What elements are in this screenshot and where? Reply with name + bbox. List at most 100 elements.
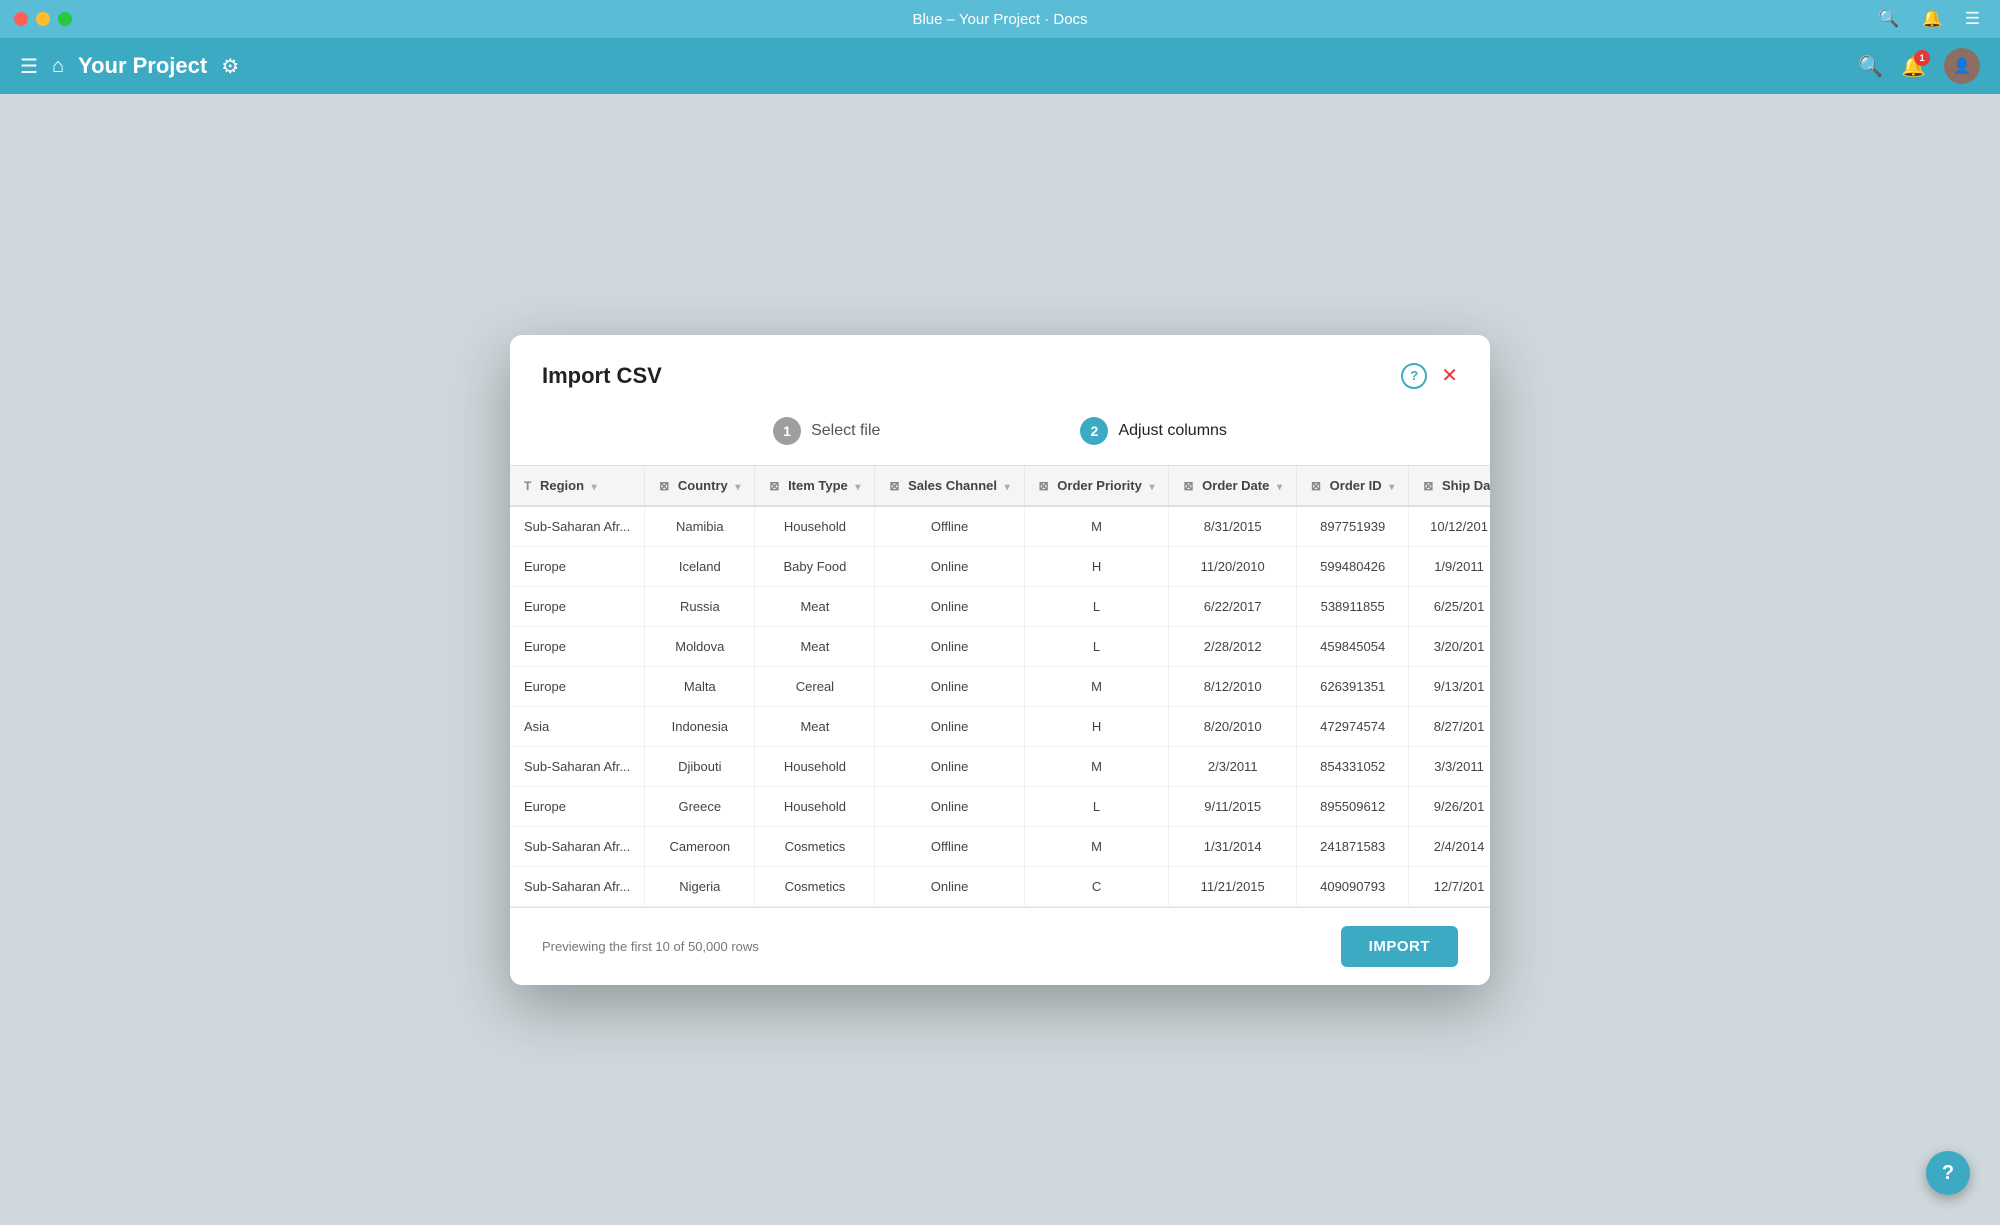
bell-icon[interactable]: 🔔 xyxy=(1922,9,1943,29)
step-2: 2 Adjust columns xyxy=(1080,417,1227,445)
table-cell: L xyxy=(1024,586,1169,626)
table-row: EuropeIcelandBaby FoodOnlineH11/20/20105… xyxy=(510,546,1490,586)
table-cell: Russia xyxy=(645,586,755,626)
step-1-number: 1 xyxy=(773,417,801,445)
table-cell: Baby Food xyxy=(755,546,875,586)
table-cell: 1/9/2011 xyxy=(1409,546,1490,586)
table-cell: Cereal xyxy=(755,666,875,706)
project-title: Your Project xyxy=(78,53,207,79)
grid-icon-item: ⊠ xyxy=(769,479,779,493)
col-item-type[interactable]: ⊠ Item Type ▾ xyxy=(755,466,875,506)
table-cell: 6/25/201 xyxy=(1409,586,1490,626)
sort-arrow-date: ▾ xyxy=(1277,482,1282,493)
search-icon[interactable]: 🔍 xyxy=(1878,9,1899,29)
minimize-button[interactable] xyxy=(36,12,50,26)
grid-icon-sales: ⊠ xyxy=(889,479,899,493)
table-cell: 459845054 xyxy=(1296,626,1408,666)
table-cell: C xyxy=(1024,866,1169,906)
app-bar: ☰ ⌂ Your Project ⚙ 🔍 🔔 1 👤 xyxy=(0,38,2000,94)
import-button[interactable]: IMPORT xyxy=(1341,926,1458,967)
table-row: Sub-Saharan Afr...CameroonCosmeticsOffli… xyxy=(510,826,1490,866)
modal-close-button[interactable]: ✕ xyxy=(1441,363,1458,388)
settings-icon[interactable]: ⚙ xyxy=(221,54,239,79)
search-app-icon[interactable]: 🔍 xyxy=(1858,54,1883,79)
col-order-priority[interactable]: ⊠ Order Priority ▾ xyxy=(1024,466,1169,506)
help-fab-button[interactable]: ? xyxy=(1926,1151,1970,1195)
user-avatar[interactable]: 👤 xyxy=(1944,48,1980,84)
table-row: AsiaIndonesiaMeatOnlineH8/20/20104729745… xyxy=(510,706,1490,746)
table-cell: 11/20/2010 xyxy=(1169,546,1297,586)
table-cell: Namibia xyxy=(645,506,755,547)
table-cell: Online xyxy=(875,866,1024,906)
sort-arrow-sales: ▾ xyxy=(1005,482,1010,493)
grid-icon-country: ⊠ xyxy=(659,479,669,493)
table-cell: Moldova xyxy=(645,626,755,666)
table-row: Sub-Saharan Afr...NamibiaHouseholdOfflin… xyxy=(510,506,1490,547)
table-cell: 9/26/201 xyxy=(1409,786,1490,826)
table-cell: 10/12/201 xyxy=(1409,506,1490,547)
table-cell: Cosmetics xyxy=(755,866,875,906)
table-row: EuropeMaltaCerealOnlineM8/12/20106263913… xyxy=(510,666,1490,706)
table-cell: Sub-Saharan Afr... xyxy=(510,826,645,866)
table-cell: L xyxy=(1024,786,1169,826)
sort-arrow-country: ▾ xyxy=(735,482,740,493)
table-cell: M xyxy=(1024,506,1169,547)
table-cell: Meat xyxy=(755,706,875,746)
table-cell: 8/31/2015 xyxy=(1169,506,1297,547)
modal-header-icons: ? ✕ xyxy=(1401,363,1458,389)
title-bar-icons: 🔍 🔔 ☰ xyxy=(1878,9,1980,29)
table-cell: Household xyxy=(755,786,875,826)
table-cell: 6/22/2017 xyxy=(1169,586,1297,626)
window-title: Blue – Your Project · Docs xyxy=(912,11,1087,28)
table-cell: 854331052 xyxy=(1296,746,1408,786)
table-cell: 9/13/201 xyxy=(1409,666,1490,706)
notification-count: 1 xyxy=(1914,50,1930,66)
table-cell: Cameroon xyxy=(645,826,755,866)
table-cell: Online xyxy=(875,666,1024,706)
table-cell: 2/4/2014 xyxy=(1409,826,1490,866)
app-bar-left: ☰ ⌂ Your Project ⚙ xyxy=(20,53,239,79)
col-sales-channel[interactable]: ⊠ Sales Channel ▾ xyxy=(875,466,1024,506)
table-cell: Online xyxy=(875,626,1024,666)
preview-info: Previewing the first 10 of 50,000 rows xyxy=(542,939,759,954)
table-cell: 2/3/2011 xyxy=(1169,746,1297,786)
hamburger-icon[interactable]: ☰ xyxy=(20,54,38,79)
table-header-row: T Region ▾ ⊠ Country ▾ ⊠ Item Type ▾ xyxy=(510,466,1490,506)
table-cell: Europe xyxy=(510,666,645,706)
step-1-label: Select file xyxy=(811,422,880,440)
import-csv-modal: Import CSV ? ✕ 1 Select file 2 Adjust co… xyxy=(510,335,1490,985)
sort-arrow-region: ▾ xyxy=(592,482,597,493)
table-cell: 599480426 xyxy=(1296,546,1408,586)
table-cell: 11/21/2015 xyxy=(1169,866,1297,906)
menu-icon[interactable]: ☰ xyxy=(1965,9,1980,29)
table-cell: L xyxy=(1024,626,1169,666)
modal-help-button[interactable]: ? xyxy=(1401,363,1427,389)
grid-icon-priority: ⊠ xyxy=(1039,479,1049,493)
table-cell: 2/28/2012 xyxy=(1169,626,1297,666)
step-2-number: 2 xyxy=(1080,417,1108,445)
table-cell: Sub-Saharan Afr... xyxy=(510,746,645,786)
table-cell: 8/12/2010 xyxy=(1169,666,1297,706)
col-order-date[interactable]: ⊠ Order Date ▾ xyxy=(1169,466,1297,506)
table-cell: M xyxy=(1024,826,1169,866)
col-order-id[interactable]: ⊠ Order ID ▾ xyxy=(1296,466,1408,506)
step-2-label: Adjust columns xyxy=(1118,422,1227,440)
col-country[interactable]: ⊠ Country ▾ xyxy=(645,466,755,506)
table-cell: Greece xyxy=(645,786,755,826)
close-button[interactable] xyxy=(14,12,28,26)
text-icon: T xyxy=(524,479,531,493)
title-bar: Blue – Your Project · Docs 🔍 🔔 ☰ xyxy=(0,0,2000,38)
table-cell: H xyxy=(1024,706,1169,746)
col-region[interactable]: T Region ▾ xyxy=(510,466,645,506)
table-cell: Offline xyxy=(875,826,1024,866)
notification-bell[interactable]: 🔔 1 xyxy=(1901,54,1926,79)
table-cell: Asia xyxy=(510,706,645,746)
table-row: EuropeGreeceHouseholdOnlineL9/11/2015895… xyxy=(510,786,1490,826)
table-row: EuropeMoldovaMeatOnlineL2/28/20124598450… xyxy=(510,626,1490,666)
home-icon[interactable]: ⌂ xyxy=(52,55,64,78)
table-cell: M xyxy=(1024,746,1169,786)
col-ship-date[interactable]: ⊠ Ship Dat xyxy=(1409,466,1490,506)
table-cell: 895509612 xyxy=(1296,786,1408,826)
table-cell: 3/20/201 xyxy=(1409,626,1490,666)
maximize-button[interactable] xyxy=(58,12,72,26)
